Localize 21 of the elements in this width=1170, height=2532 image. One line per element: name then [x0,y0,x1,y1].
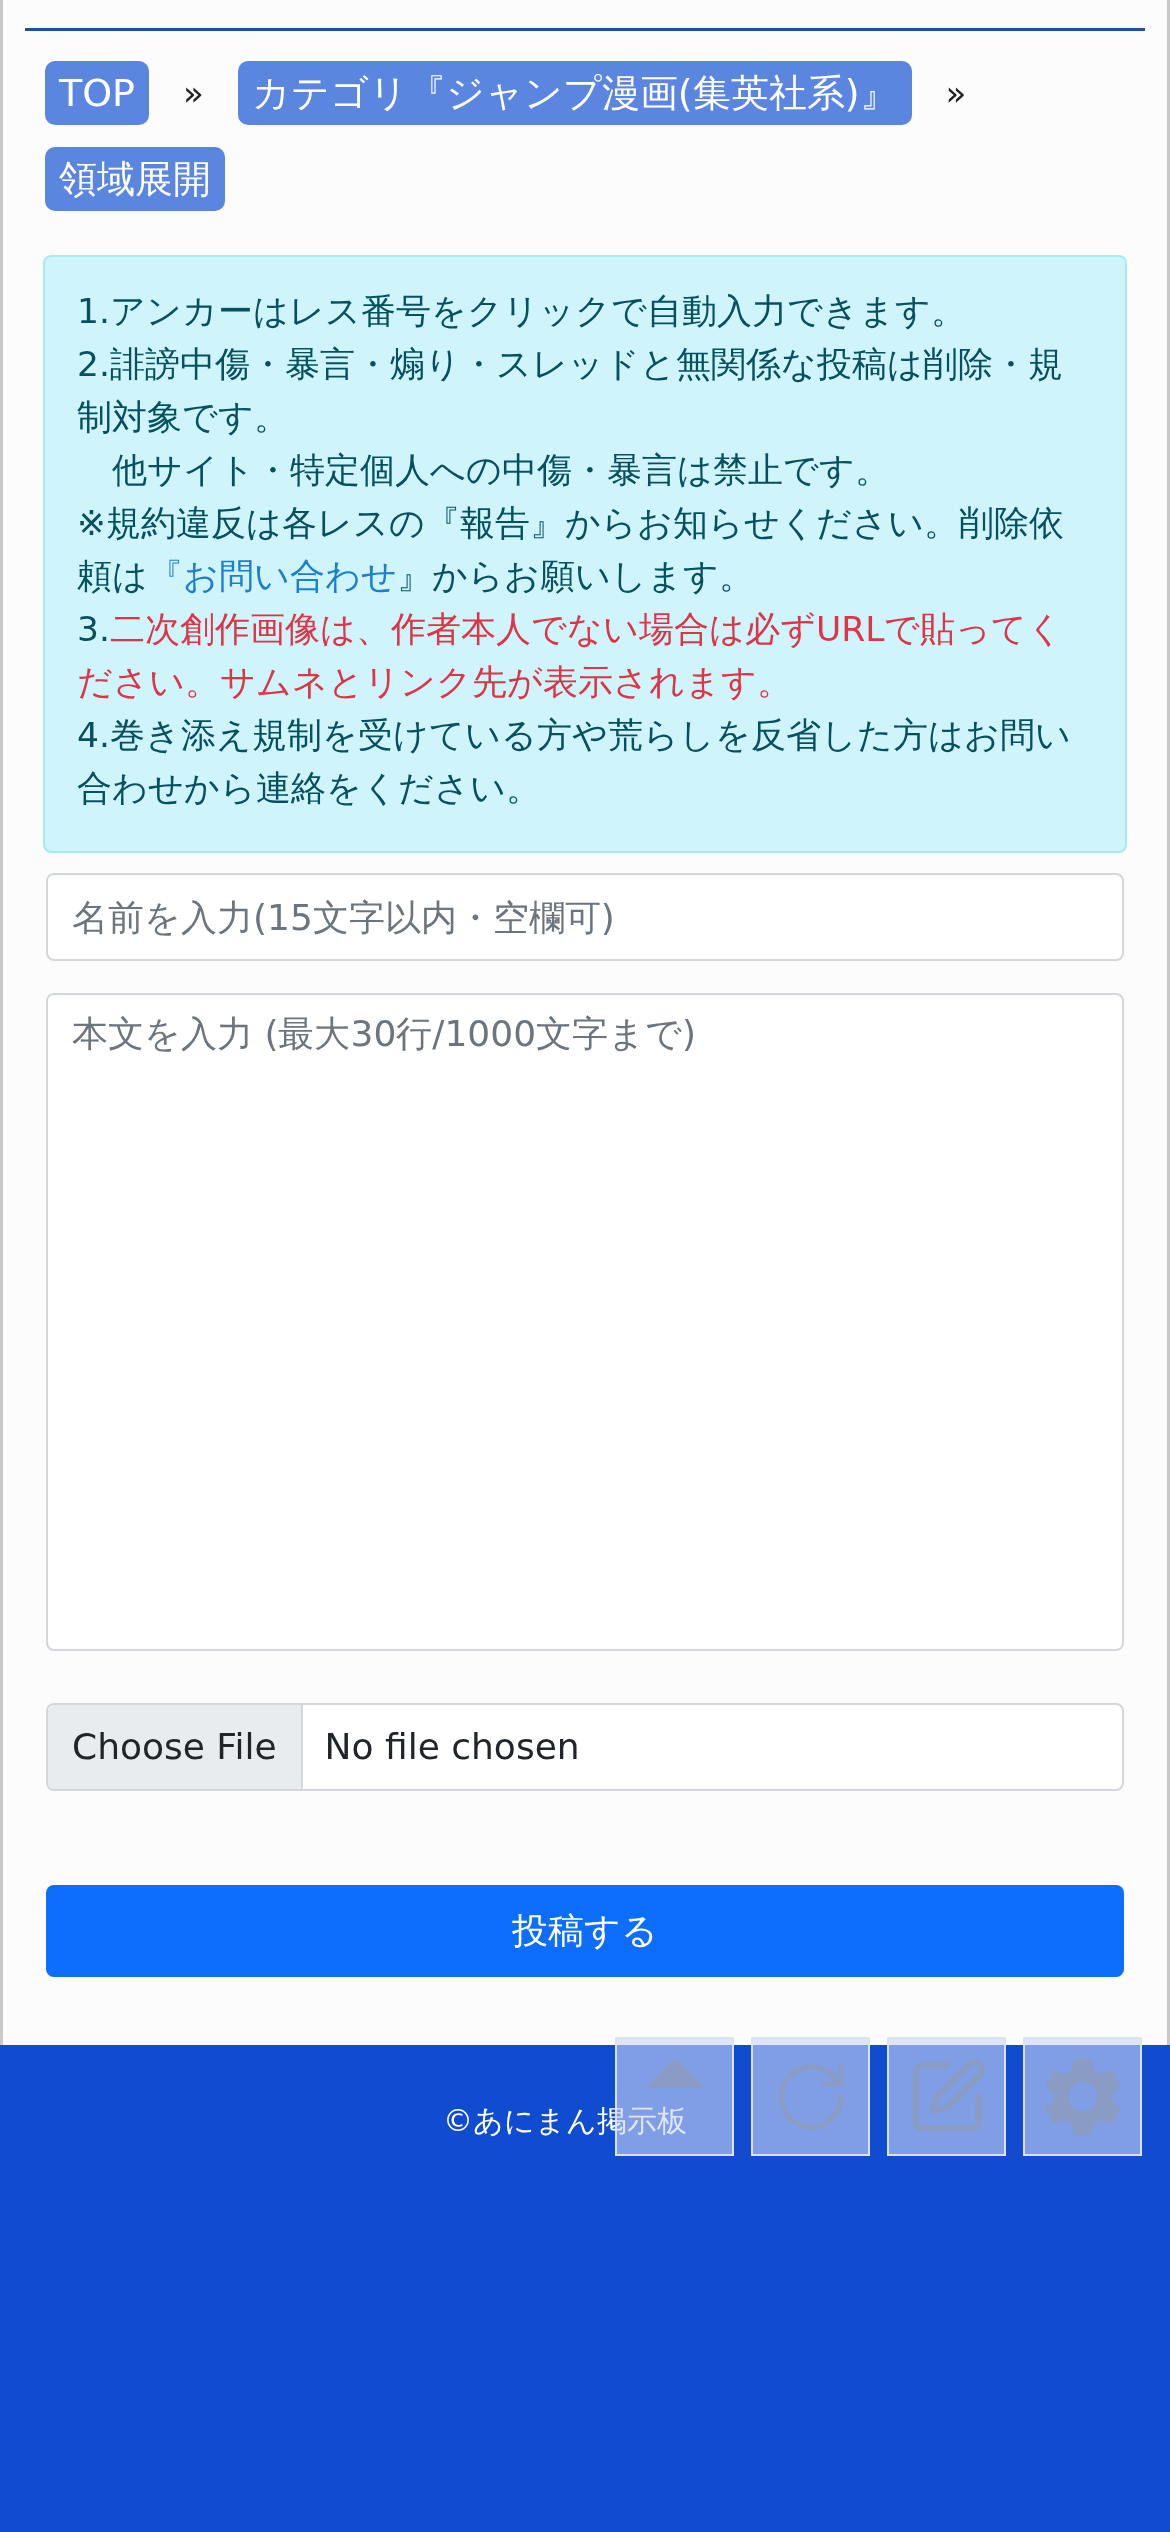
notice-text: 3.二次創作画像は、作者本人でない場合は必ずURLで貼ってください。サムネとリンク先が表示されます。 [77,608,1065,704]
notice-text: 2.誹謗中傷・暴言・煽り・スレッドと無関係な投稿は削除・規制対象です。 [77,343,1064,439]
choose-file-button[interactable]: Choose File [48,1705,303,1789]
notice-text: 1.アンカーはレス番号をクリックで自動入力できます。 [77,290,967,333]
breadcrumb-separator: » [183,71,204,115]
breadcrumb-link[interactable]: TOP [45,61,150,125]
name-field[interactable]: 名前を入力(15文字以内・空欄可) [46,873,1124,961]
edit-button[interactable] [887,2037,1006,2156]
notice-text: 4.巻き添え規制を受けている方や荒らしを反省した方はお問い合わせから連絡をください。 [77,714,1072,810]
breadcrumb-separator: » [945,71,967,115]
file-field[interactable]: Choose File No file chosen [46,1703,1124,1791]
notice-text: 他サイト・特定個人への中傷・暴言は禁止です。 [111,449,891,492]
submit-button[interactable]: 投稿する [46,1885,1124,1977]
file-status: No file chosen [323,1725,581,1769]
body-field[interactable]: 本文を入力 (最大30行/1000文字まで) [46,993,1124,1651]
reload-button[interactable] [751,2037,870,2156]
contact-link[interactable]: 『お問い合わせ [148,556,397,596]
breadcrumb-link[interactable]: カテゴリ『ジャンプ漫画(集英社系)』 [237,61,912,125]
notice-text: ※規約違反は各レスの『報告』からお知らせください。削除依頼は『お問い合わせ』からお願いします。 [77,502,1065,598]
settings-button[interactable] [1023,2037,1142,2156]
breadcrumb-link[interactable]: 領域展開 [45,147,225,211]
